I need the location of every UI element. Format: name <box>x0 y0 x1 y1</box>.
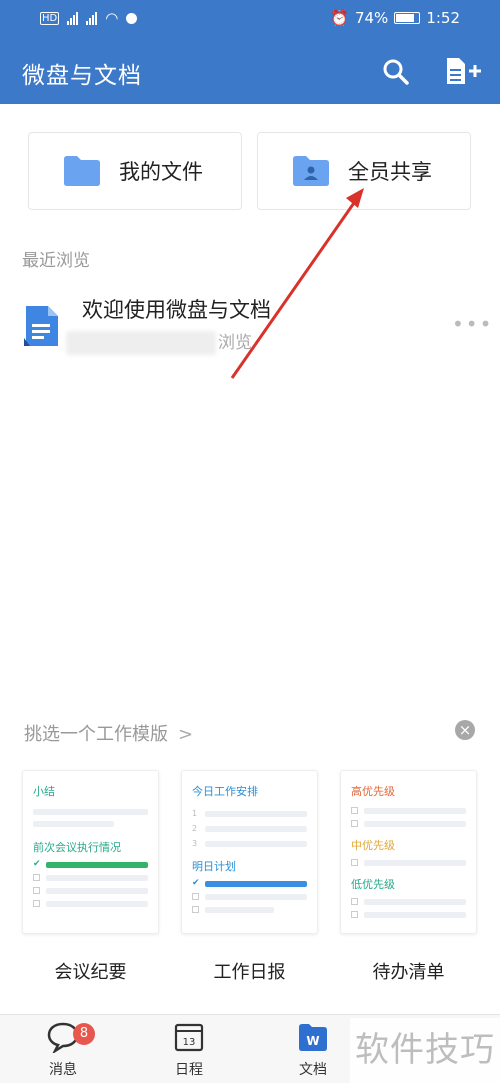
svg-text:W: W <box>306 1034 319 1048</box>
recent-file-name: 欢迎使用微盘与文档 <box>82 298 271 322</box>
recent-file-item[interactable]: 欢迎使用微盘与文档 浏览 ••• <box>0 288 500 368</box>
checkbox-icon <box>351 807 358 814</box>
watermark: 软件技巧 <box>350 1018 500 1083</box>
checklist-row: ✔ <box>192 878 307 888</box>
template-heading: 小结 <box>33 785 55 798</box>
signal-icon-2 <box>86 11 98 25</box>
checkbox-icon <box>33 874 40 881</box>
signal-icon <box>67 11 79 25</box>
template-section-title: 挑选一个工作模版 <box>24 724 168 745</box>
status-right: ⏰ 74% 1:52 <box>330 9 460 27</box>
checkbox-icon <box>351 898 358 905</box>
hd-icon: HD <box>40 11 60 25</box>
checklist-row: ✔ <box>33 859 148 869</box>
chevron-right-icon: > <box>178 724 194 745</box>
checklist-row <box>351 807 466 814</box>
my-files-card[interactable]: 我的文件 <box>28 132 242 210</box>
numbered-row: 1 <box>192 809 307 818</box>
checkbox-icon <box>33 900 40 907</box>
template-heading: 前次会议执行情况 <box>33 841 121 854</box>
numbered-row: 3 <box>192 839 307 848</box>
template-name-todo[interactable]: 待办清单 <box>340 958 477 984</box>
template-heading: 高优先级 <box>351 785 395 798</box>
checkbox-icon <box>192 906 199 913</box>
tab-docs-label: 文档 <box>299 1062 327 1078</box>
wifi-icon: ◠ <box>105 9 119 27</box>
tab-calendar-label: 日程 <box>175 1062 203 1078</box>
search-icon[interactable] <box>382 58 410 86</box>
template-card-todo[interactable]: 高优先级 中优先级 低优先级 <box>340 770 477 934</box>
checkbox-icon <box>33 887 40 894</box>
template-section-header[interactable]: 挑选一个工作模版 > <box>24 720 193 746</box>
clock: 1:52 <box>426 9 460 27</box>
status-bar: HD ◠ ⏰ 74% 1:52 <box>0 0 500 38</box>
checklist-row <box>192 893 307 900</box>
tab-calendar[interactable]: 13 日程 <box>166 1021 212 1079</box>
recent-section-label: 最近浏览 <box>22 251 90 271</box>
template-name-meeting[interactable]: 会议纪要 <box>22 958 159 984</box>
calendar-day: 13 <box>183 1037 196 1048</box>
template-name-daily[interactable]: 工作日报 <box>181 958 318 984</box>
numbered-row: 2 <box>192 824 307 833</box>
template-heading: 中优先级 <box>351 839 395 852</box>
close-icon[interactable]: × <box>455 720 475 740</box>
my-files-label: 我的文件 <box>119 160 203 184</box>
template-card-meeting[interactable]: 小结 前次会议执行情况 ✔ <box>22 770 159 934</box>
shared-folder-icon <box>293 156 329 186</box>
checklist-row <box>33 874 148 881</box>
checkbox-icon <box>351 911 358 918</box>
checklist-row <box>351 911 466 918</box>
checklist-row <box>351 859 466 866</box>
placeholder-bar <box>33 809 148 815</box>
new-document-icon[interactable] <box>444 56 484 86</box>
template-card-daily[interactable]: 今日工作安排 1 2 3 明日计划 ✔ <box>181 770 318 934</box>
checklist-row <box>351 820 466 827</box>
checklist-row <box>192 906 307 913</box>
tab-messages-label: 消息 <box>49 1062 77 1078</box>
status-left: HD ◠ <box>40 9 138 27</box>
checkbox-icon <box>351 820 358 827</box>
app-bar: 微盘与文档 <box>0 38 500 104</box>
recent-file-meta: 浏览 <box>66 328 252 355</box>
check-icon: ✔ <box>33 859 41 869</box>
checkbox-icon <box>192 893 199 900</box>
check-icon: ✔ <box>192 878 200 888</box>
placeholder-bar <box>33 821 114 827</box>
shared-files-label: 全员共享 <box>348 160 432 184</box>
battery-icon <box>394 12 421 24</box>
calendar-icon: 13 <box>174 1023 204 1052</box>
document-icon <box>24 306 58 346</box>
unread-badge: 8 <box>73 1023 95 1045</box>
recent-file-meta-text: 浏览 <box>218 333 252 353</box>
more-options-icon[interactable]: ••• <box>452 312 493 336</box>
checklist-row <box>33 900 148 907</box>
template-heading: 今日工作安排 <box>192 785 258 798</box>
page-title: 微盘与文档 <box>22 63 142 89</box>
checklist-row <box>351 898 466 905</box>
template-heading: 明日计划 <box>192 860 236 873</box>
folder-icon <box>64 156 100 186</box>
battery-percent: 74% <box>354 9 389 27</box>
template-heading: 低优先级 <box>351 878 395 891</box>
checklist-row <box>33 887 148 894</box>
blurred-info <box>66 331 216 355</box>
shared-files-card[interactable]: 全员共享 <box>257 132 471 210</box>
docs-icon: W <box>299 1024 327 1051</box>
app-notify-icon <box>126 12 138 24</box>
tab-docs[interactable]: W 文档 <box>290 1021 336 1079</box>
alarm-icon: ⏰ <box>330 9 349 27</box>
checkbox-icon <box>351 859 358 866</box>
tab-messages[interactable]: 8 消息 <box>40 1021 95 1079</box>
